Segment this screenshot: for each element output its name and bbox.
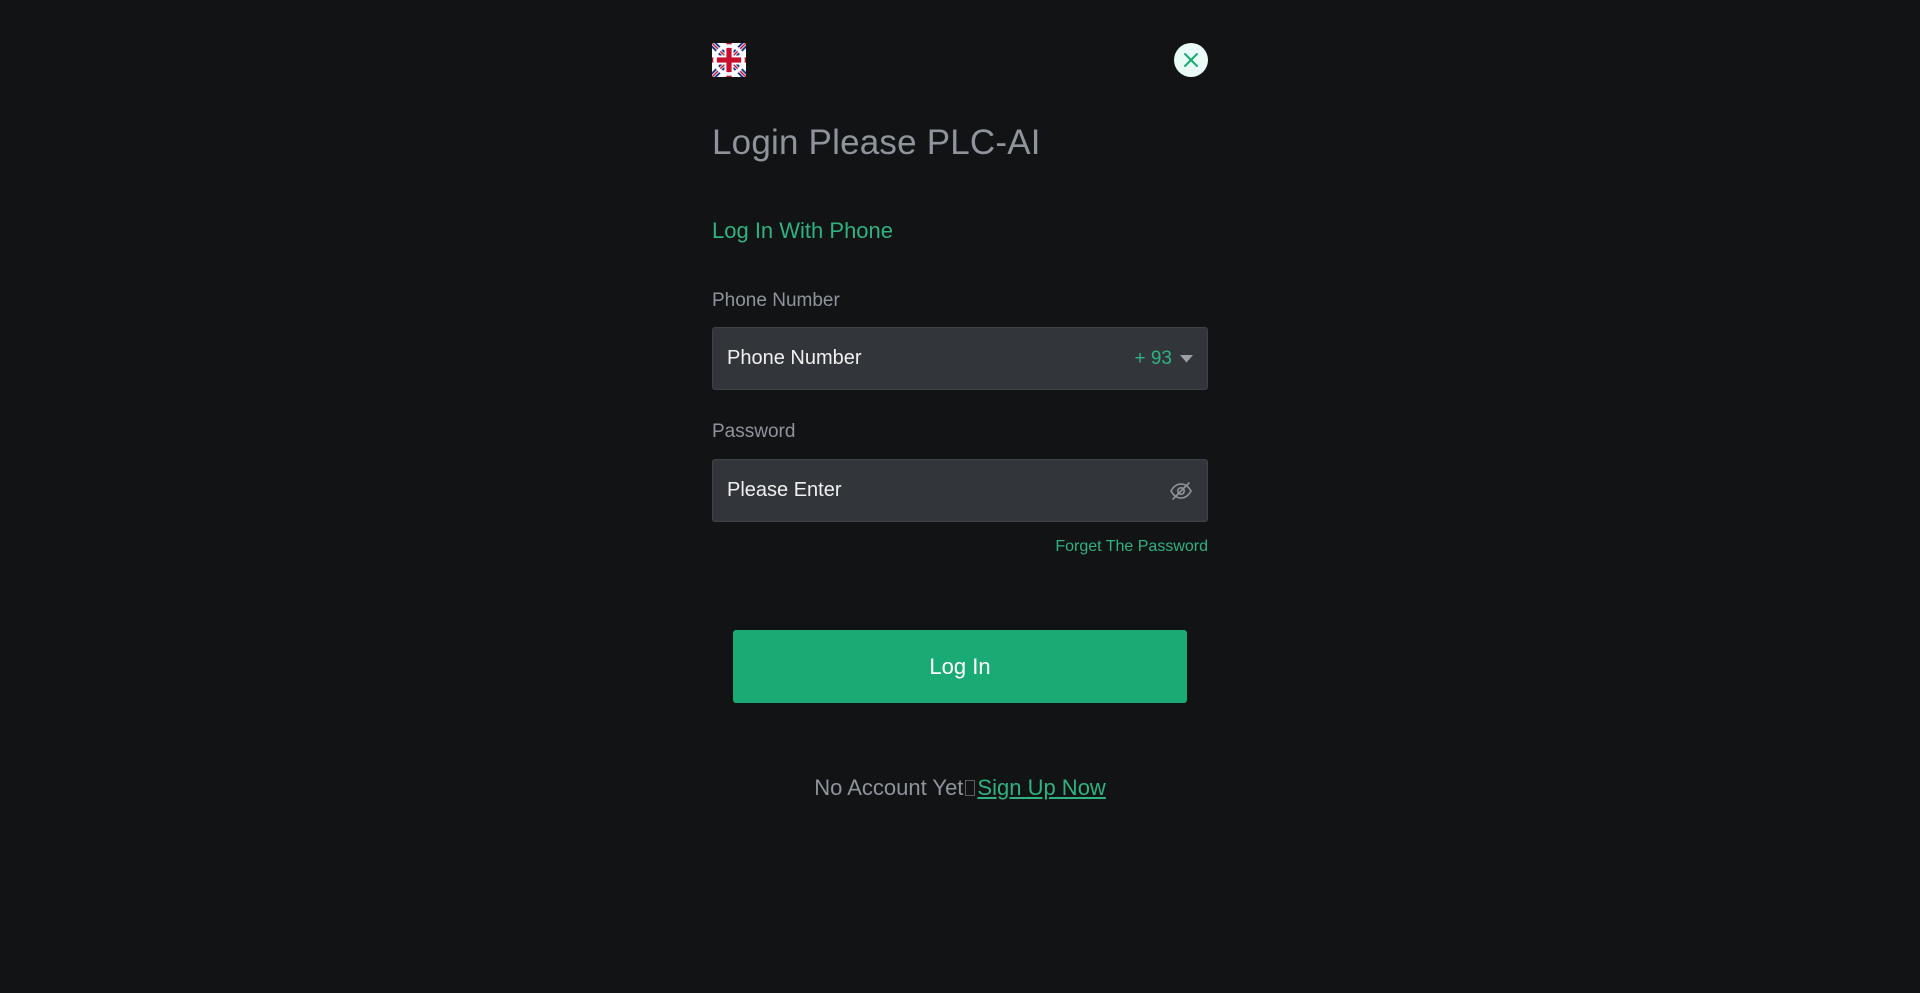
password-input[interactable] [727, 460, 1107, 521]
password-field [712, 459, 1208, 522]
close-button[interactable] [1174, 43, 1208, 77]
missing-glyph-box [965, 780, 976, 796]
signup-prompt: No Account Yet [814, 775, 964, 800]
login-button[interactable]: Log In [733, 630, 1187, 703]
caret-down-icon [1180, 354, 1193, 362]
close-icon [1184, 53, 1198, 67]
password-label: Password [712, 421, 796, 442]
forgot-password-link[interactable]: Forget The Password [1055, 538, 1208, 556]
sign-up-link[interactable]: Sign Up Now [977, 775, 1105, 800]
country-code-select[interactable]: + 93 [1134, 328, 1193, 389]
phone-number-label: Phone Number [712, 290, 840, 311]
signup-row: No Account Yet Sign Up Now [712, 775, 1208, 801]
phone-number-field: + 93 [712, 327, 1208, 390]
country-code-value: + 93 [1134, 347, 1172, 369]
uk-flag-icon[interactable] [712, 43, 746, 77]
login-panel: Login Please PLC-AI Log In With Phone Ph… [712, 0, 1208, 993]
page-title: Login Please PLC-AI [712, 123, 1041, 162]
tab-login-with-phone[interactable]: Log In With Phone [712, 218, 893, 244]
phone-number-input[interactable] [727, 328, 1107, 389]
eye-off-icon[interactable] [1169, 479, 1193, 503]
